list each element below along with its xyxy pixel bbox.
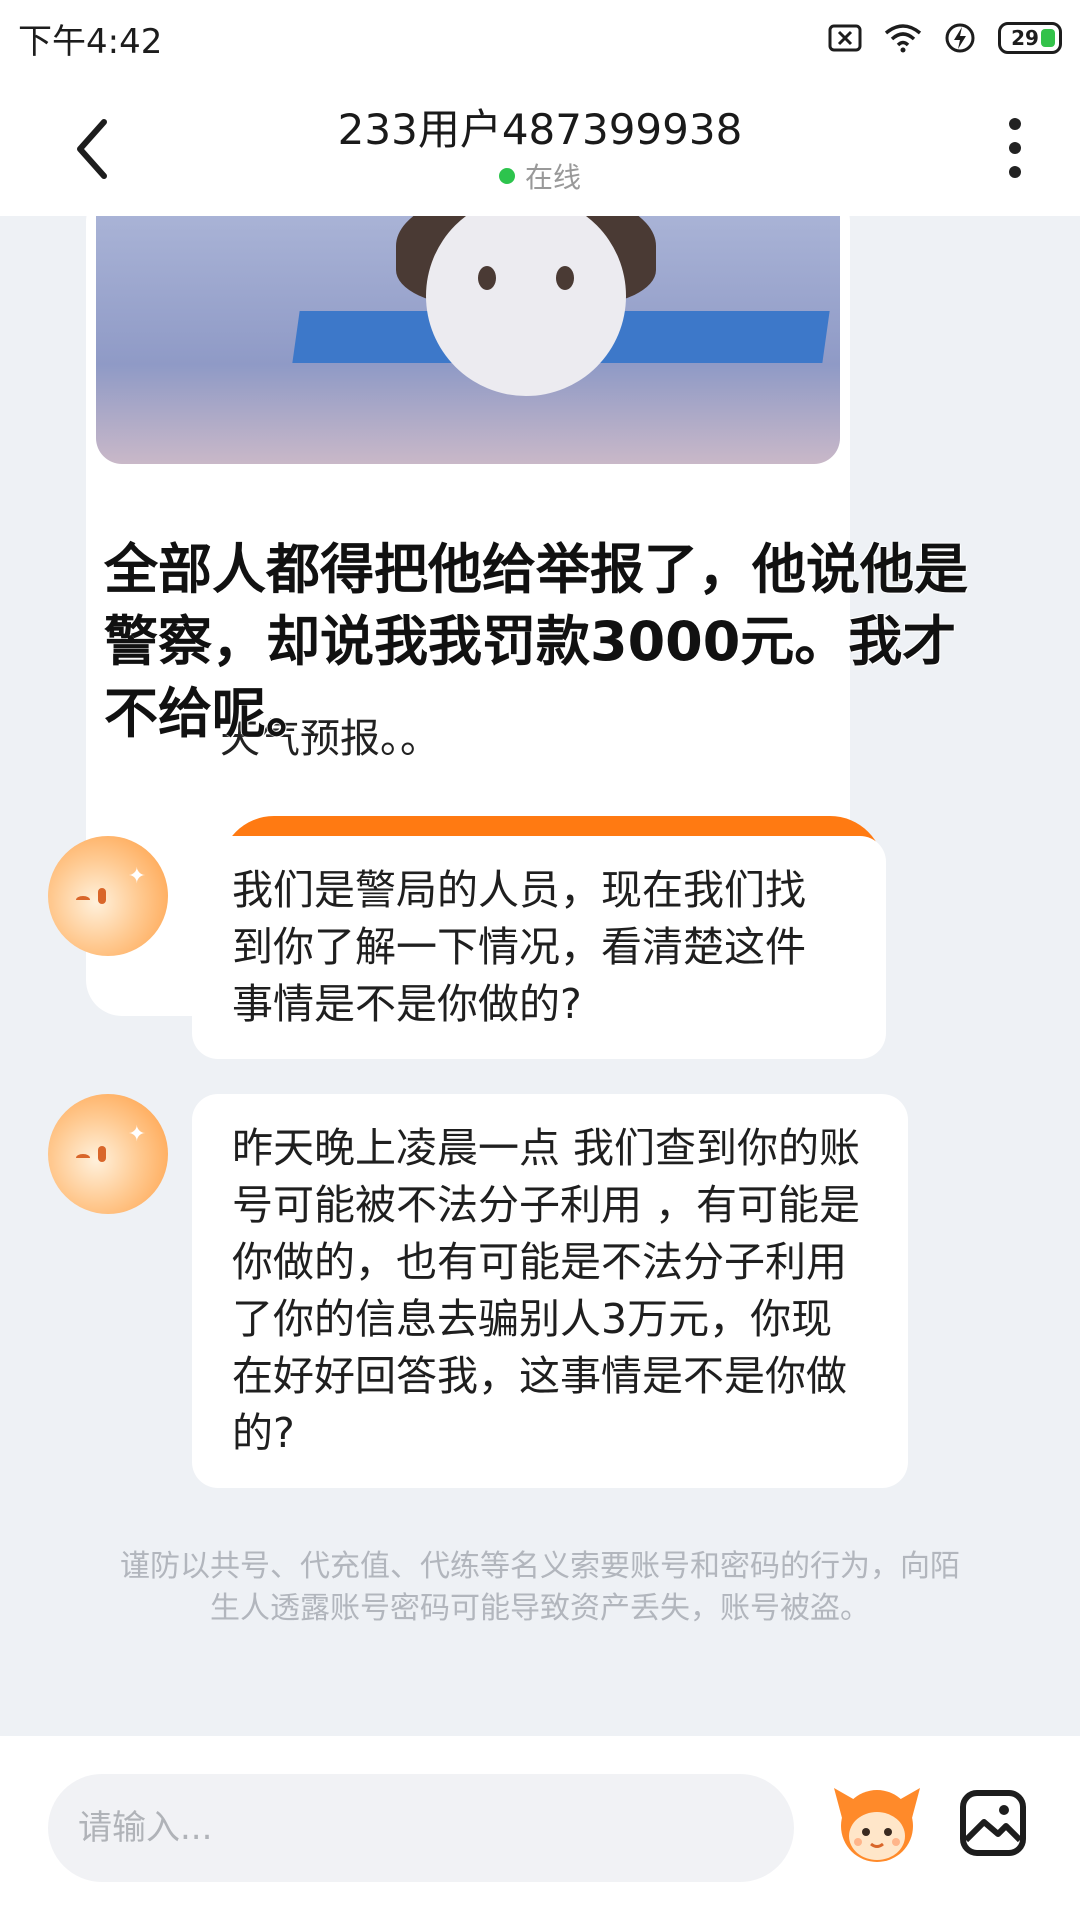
avatar-eye	[76, 1154, 90, 1162]
message-bubble[interactable]: 我们是警局的人员，现在我们找到你了解一下情况，看清楚这件事情是不是你做的?	[192, 836, 886, 1059]
more-dot	[1009, 142, 1021, 154]
input-bar	[0, 1736, 1080, 1920]
online-status-label: 在线	[524, 161, 581, 194]
chat-header: 233用户487399938 在线	[0, 76, 1080, 216]
battery-percent: 29	[1011, 26, 1039, 50]
wifi-icon	[884, 24, 922, 53]
online-status: 在线	[0, 156, 1080, 196]
message-input[interactable]	[48, 1774, 794, 1882]
avatar[interactable]: ✦	[48, 836, 168, 956]
photo-eye	[556, 266, 574, 290]
chat-title: 233用户487399938	[337, 105, 743, 154]
avatar-eye	[98, 1146, 106, 1162]
message-bubble[interactable]: 昨天晚上凌晨一点 我们查到你的账号可能被不法分子利用 ，有可能是你做的，也有可能…	[192, 1094, 908, 1488]
sim-off-icon	[828, 24, 862, 52]
photo-eye	[478, 266, 496, 290]
image-icon	[960, 1790, 1026, 1856]
online-dot-icon	[498, 168, 515, 184]
more-dot	[1009, 166, 1021, 178]
sparkle-icon: ✦	[127, 1122, 146, 1147]
status-time: 下午4:42	[18, 21, 163, 62]
chat-area[interactable]: 天气预报。。 再拍一个 全部人都得把他给举报了，他说他是警察，却说我我罚款300…	[0, 216, 1080, 1736]
status-bar: 下午4:42 29	[0, 0, 1080, 76]
more-vertical-icon	[1009, 118, 1021, 130]
battery-icon: 29	[998, 22, 1062, 54]
charging-icon	[945, 23, 975, 53]
card-photo[interactable]	[96, 216, 840, 464]
avatar-eye	[98, 888, 106, 904]
avatar-eye	[76, 896, 90, 904]
avatar[interactable]: ✦	[48, 1094, 168, 1214]
photo-character-face	[426, 216, 626, 396]
battery-level	[1041, 29, 1055, 47]
more-options-button[interactable]	[990, 112, 1040, 184]
sparkle-icon: ✦	[127, 864, 146, 889]
emoji-mascot-icon	[834, 1788, 920, 1862]
image-button[interactable]	[958, 1788, 1028, 1858]
meme-overlay-text: 全部人都得把他给举报了，他说他是警察，却说我我罚款3000元。我才不给呢。	[104, 538, 968, 745]
emoji-button[interactable]	[832, 1778, 922, 1868]
security-warning: 谨防以共号、代充值、代练等名义索要账号和密码的行为，向陌生人透露账号密码可能导致…	[120, 1549, 960, 1626]
status-icons: 29	[828, 22, 1062, 54]
